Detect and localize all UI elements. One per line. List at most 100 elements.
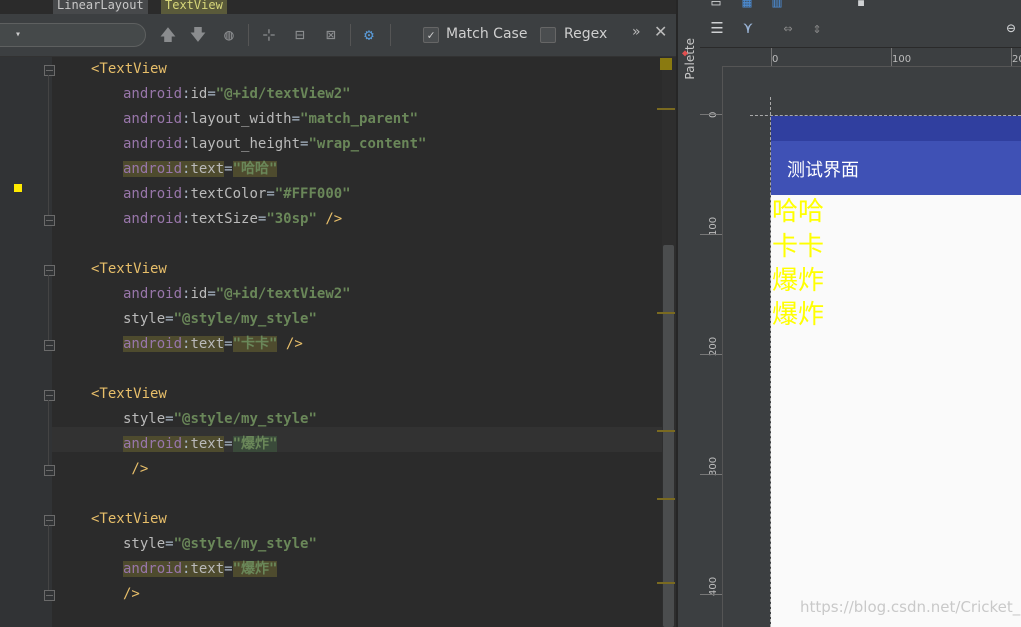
expand-horizontal-icon[interactable]: ⇔ [777, 18, 799, 38]
search-history-dropdown-icon[interactable]: ▾ [15, 29, 21, 40]
find-toolbar: ▾ 🡅 🡇 ◍ ⊹ ⊟ ⊠ ⚙ ✓ Match Case Regex » ✕ [0, 14, 676, 57]
code-token: text [190, 436, 225, 452]
code-token: <TextView [91, 61, 167, 77]
remove-occurrence-icon[interactable]: ⊟ [289, 25, 311, 45]
next-occurrence-icon[interactable]: 🡇 [187, 25, 209, 45]
error-stripe-mark[interactable] [657, 430, 675, 432]
code-line[interactable]: style="@style/my_style" [123, 307, 317, 332]
toolbar-separator [390, 24, 391, 46]
add-occurrence-icon[interactable]: ⊹ [258, 25, 280, 45]
fold-marker-icon[interactable] [44, 65, 55, 76]
code-line[interactable]: android:id="@+id/textView2" [123, 282, 351, 307]
error-stripe-mark[interactable] [657, 312, 675, 314]
scrollbar-thumb[interactable] [663, 245, 674, 627]
more-options-button[interactable]: » [632, 24, 641, 40]
device-icon[interactable]: ▪ [850, 0, 872, 12]
design-mode-icon[interactable]: ▭ [705, 0, 727, 12]
code-editor[interactable]: <TextView android:id="@+id/textView2" andr… [0, 57, 662, 627]
code-line[interactable]: <TextView [91, 57, 167, 82]
code-token: style [123, 311, 166, 327]
code-line[interactable]: <TextView [91, 382, 167, 407]
both-modes-icon[interactable]: ▥ [766, 0, 788, 12]
ruler-label: 20 [1012, 54, 1021, 65]
code-token: text [190, 336, 225, 352]
code-token: /> [316, 211, 343, 227]
breadcrumb-textview[interactable]: TextView [161, 0, 227, 14]
code-token: android [123, 186, 183, 202]
code-line[interactable]: /> [123, 582, 140, 607]
code-token: /> [277, 336, 303, 352]
checkmark-icon: ✓ [427, 28, 435, 42]
preview-textview-1[interactable]: 哈哈 [772, 197, 824, 227]
code-line[interactable]: <TextView [91, 257, 167, 282]
fold-guide [48, 525, 49, 590]
device-status-bar [771, 116, 1021, 141]
match-case-label: Match Case [446, 26, 528, 42]
match-case-checkbox[interactable]: ✓ [423, 27, 439, 43]
error-stripe-mark[interactable] [657, 582, 675, 584]
fold-marker-icon[interactable] [44, 590, 55, 601]
color-preview-swatch[interactable] [14, 184, 22, 192]
find-all-icon[interactable]: ◍ [218, 25, 240, 45]
fold-marker-icon[interactable] [44, 340, 55, 351]
fold-marker-icon[interactable] [44, 215, 55, 226]
fold-marker-icon[interactable] [44, 465, 55, 476]
code-line[interactable]: android:text="爆炸" [123, 557, 278, 582]
code-line[interactable]: style="@style/my_style" [123, 532, 317, 557]
code-token: = [165, 536, 174, 552]
previous-occurrence-icon[interactable]: 🡅 [157, 25, 179, 45]
filter-settings-icon[interactable]: ⚙ [358, 25, 380, 45]
code-token: = [224, 436, 233, 452]
search-input[interactable] [0, 23, 146, 47]
code-token: <TextView [91, 386, 167, 402]
autoconnect-icon[interactable]: ⋎ [737, 18, 759, 38]
preview-textview-2[interactable]: 卡卡 [772, 232, 824, 262]
code-token: = [224, 561, 233, 577]
code-line[interactable]: android:textSize="30sp" /> [123, 207, 342, 232]
code-line[interactable]: <TextView [91, 507, 167, 532]
code-token: android [123, 211, 183, 227]
fold-guide [48, 75, 49, 215]
close-find-button[interactable]: ✕ [654, 22, 667, 41]
breadcrumb-linearlayout[interactable]: LinearLayout [53, 0, 148, 14]
fold-marker-icon[interactable] [44, 390, 55, 401]
code-token: "爆炸" [232, 436, 278, 452]
code-token: style [123, 411, 166, 427]
code-line[interactable]: android:id="@+id/textView2" [123, 82, 351, 107]
regex-checkbox[interactable] [540, 27, 556, 43]
zoom-out-icon[interactable]: ⊖ [1000, 18, 1021, 38]
fold-guide [48, 400, 49, 465]
preview-textview-4[interactable]: 爆炸 [772, 300, 824, 330]
inspection-status-icon[interactable] [660, 58, 672, 70]
code-token: style [123, 536, 166, 552]
code-line[interactable]: android:text="卡卡" /> [123, 332, 303, 357]
code-token: = [207, 286, 216, 302]
preview-textview-3[interactable]: 爆炸 [772, 266, 824, 296]
code-line[interactable]: style="@style/my_style" [123, 407, 317, 432]
code-line[interactable]: android:text="爆炸" [123, 432, 278, 457]
code-line[interactable]: android:layout_height="wrap_content" [123, 132, 426, 157]
palette-tool-strip [678, 0, 700, 627]
code-token: "#FFF000" [274, 186, 351, 202]
expand-vertical-icon[interactable]: ⇕ [806, 18, 828, 38]
code-token: "@style/my_style" [173, 311, 317, 327]
code-token: android [123, 436, 183, 452]
code-token: android [123, 111, 183, 127]
code-token: text [190, 161, 225, 177]
code-token: = [224, 336, 233, 352]
fold-marker-icon[interactable] [44, 265, 55, 276]
error-stripe-mark[interactable] [657, 108, 675, 110]
horizontal-ruler: 0 100 20 [722, 48, 1021, 67]
toolbar-separator [248, 24, 249, 46]
code-line[interactable]: /> [123, 457, 148, 482]
code-line[interactable]: android:textColor="#FFF000" [123, 182, 351, 207]
blueprint-mode-icon[interactable]: ▦ [736, 0, 758, 12]
layout-guide-vertical [770, 97, 771, 627]
code-line[interactable]: android:text="哈哈" [123, 157, 278, 182]
fold-marker-icon[interactable] [44, 515, 55, 526]
code-line[interactable]: android:layout_width="match_parent" [123, 107, 418, 132]
code-token: android [123, 136, 183, 152]
select-all-occurrences-icon[interactable]: ⊠ [320, 25, 342, 45]
error-stripe-mark[interactable] [657, 498, 675, 500]
list-view-icon[interactable]: ☰ [706, 18, 728, 38]
